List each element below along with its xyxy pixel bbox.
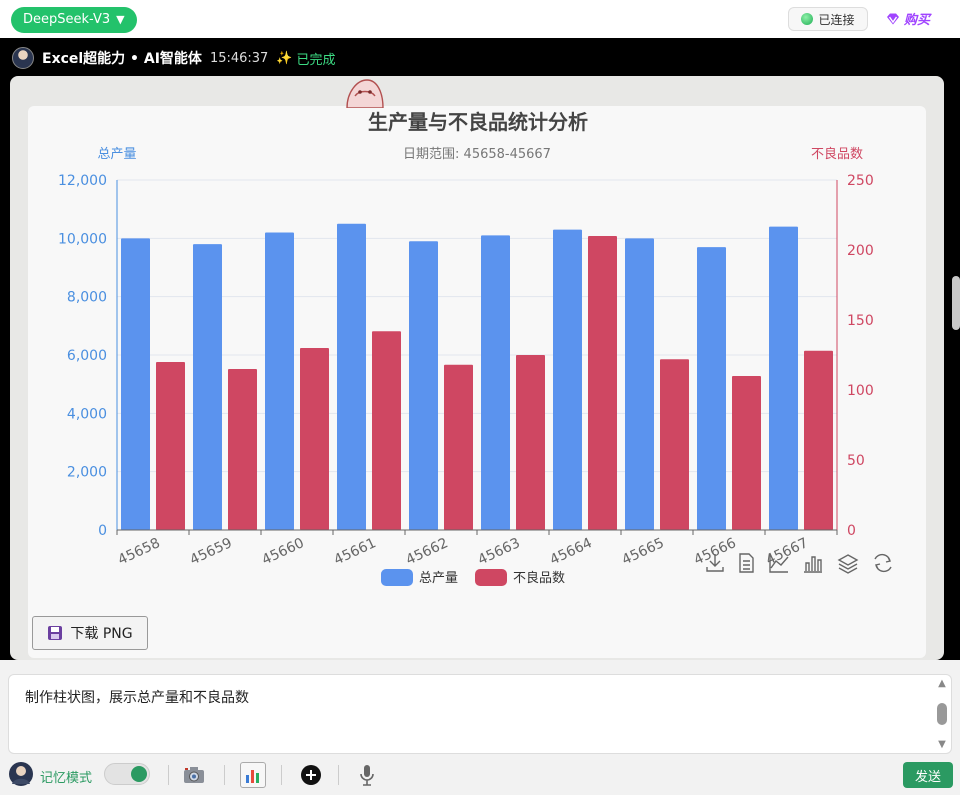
send-button[interactable]: 发送: [903, 762, 953, 788]
toggle-knob: [131, 766, 147, 782]
divider: [281, 765, 282, 785]
diamond-icon: [887, 13, 899, 24]
chart-toolbox: [706, 553, 892, 574]
download-png-button[interactable]: 下载 PNG: [32, 616, 148, 650]
input-scroll-thumb[interactable]: [937, 703, 947, 725]
chart-container: [28, 106, 926, 658]
message-input[interactable]: 制作柱状图，展示总产量和不良品数: [8, 674, 952, 754]
model-select-button[interactable]: DeepSeek-V3 ▼: [11, 7, 137, 33]
sparkle-icon: ✨: [276, 50, 293, 66]
camera-icon: [184, 767, 204, 783]
divider: [338, 765, 339, 785]
connection-status-button[interactable]: 已连接: [788, 7, 868, 31]
message-time: 15:46:37: [209, 50, 269, 66]
buy-label: 购买: [904, 13, 931, 28]
connection-status-label: 已连接: [818, 12, 855, 27]
divider: [168, 765, 169, 785]
bar-chart-colored-icon: [246, 770, 259, 783]
bottom-toolbar: 记忆模式 发送: [0, 760, 960, 790]
status-dot-icon: [801, 13, 814, 25]
mascot-icon: [346, 79, 384, 108]
chevron-down-icon: ▼: [116, 13, 125, 26]
download-icon[interactable]: [706, 554, 724, 572]
bar-chart-icon[interactable]: [804, 556, 822, 573]
line-chart-icon[interactable]: [769, 554, 789, 573]
stack-icon[interactable]: [837, 554, 859, 574]
scroll-up-icon[interactable]: ▲: [938, 678, 946, 689]
message-status: ✨ 已完成: [276, 49, 335, 68]
chart-button[interactable]: [240, 762, 266, 788]
restore-icon[interactable]: [874, 553, 892, 573]
microphone-icon: [360, 765, 374, 786]
sender-name: Excel超能力 • AI智能体: [42, 51, 202, 67]
input-scrollbar[interactable]: ▲ ▼: [935, 678, 949, 750]
plus-circle-icon: [301, 765, 321, 785]
page-scrollbar[interactable]: [952, 276, 960, 330]
memory-mode-toggle[interactable]: [104, 763, 150, 785]
status-label: 已完成: [296, 52, 336, 68]
model-label: DeepSeek-V3: [23, 12, 111, 27]
floppy-icon: [48, 626, 63, 640]
user-avatar[interactable]: [9, 762, 33, 786]
scroll-down-icon[interactable]: ▼: [938, 739, 946, 750]
camera-button[interactable]: [181, 762, 207, 788]
download-png-label: 下载 PNG: [70, 626, 133, 642]
assistant-avatar: [12, 47, 34, 69]
microphone-button[interactable]: [354, 762, 380, 788]
divider: [224, 765, 225, 785]
top-bar: DeepSeek-V3 ▼ 已连接 购买: [0, 0, 960, 38]
add-button[interactable]: [298, 762, 324, 788]
memory-mode-label: 记忆模式: [40, 771, 93, 786]
data-view-icon[interactable]: [739, 553, 754, 573]
buy-button[interactable]: 购买: [886, 9, 930, 28]
message-header: Excel超能力 • AI智能体 15:46:37 ✨ 已完成: [12, 46, 336, 70]
